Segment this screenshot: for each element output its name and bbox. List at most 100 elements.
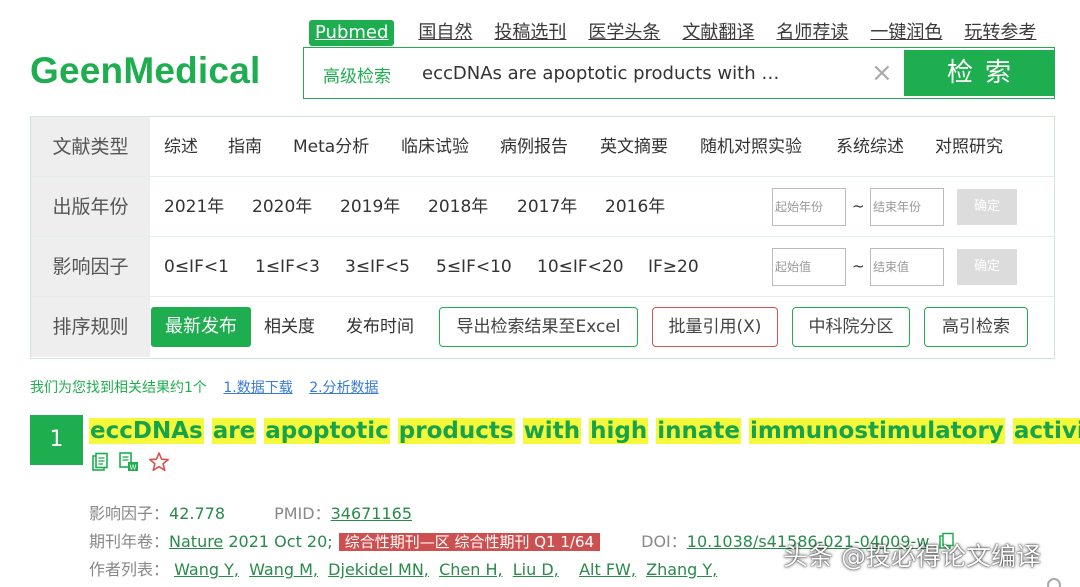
year-confirm-button[interactable]: 确定: [957, 189, 1017, 225]
author-link[interactable]: Alt FW,: [579, 560, 636, 579]
title-word: with: [522, 418, 582, 444]
cite-icon[interactable]: W: [118, 451, 140, 477]
nav-nsfc[interactable]: 国自然: [418, 20, 472, 46]
if-confirm-button[interactable]: 确定: [957, 249, 1017, 285]
author-link[interactable]: Liu D,: [513, 560, 559, 579]
title-word: innate: [656, 418, 741, 444]
title-word: eccDNAs: [89, 418, 204, 444]
impact-option[interactable]: 0≤IF<1: [164, 237, 229, 297]
authors-label: 作者列表：: [89, 560, 170, 579]
analyze-data-link[interactable]: 2.分析数据: [309, 380, 378, 396]
impact-option[interactable]: 5≤IF<10: [436, 237, 512, 297]
pmid-link[interactable]: 34671165: [331, 504, 412, 523]
start-if-input[interactable]: 起始值: [772, 248, 846, 286]
cas-zone-button[interactable]: 中科院分区: [792, 307, 910, 347]
year-option[interactable]: 2019年: [340, 177, 400, 237]
sort-publish-time[interactable]: 发布时间: [346, 297, 414, 357]
if-value: 42.778: [169, 504, 225, 523]
result-actions: W: [90, 451, 178, 477]
advanced-search-link[interactable]: 高级检索: [323, 62, 391, 87]
impact-pmid-line: 影响因子：42.778 PMID：34671165: [89, 500, 412, 524]
author-link[interactable]: Chen H,: [439, 560, 503, 579]
title-word: immunostimulatory: [748, 418, 1005, 444]
top-nav: Pubmed 国自然 投稿选刊 医学头条 文献翻译 名师荐读 一键润色 玩转参考: [309, 19, 1036, 47]
if-label: 影响因子：: [89, 504, 170, 523]
range-separator: ~: [852, 197, 865, 215]
impact-option[interactable]: IF≥20: [648, 237, 699, 297]
sort-latest-button[interactable]: 最新发布: [151, 307, 251, 347]
filter-label: 出版年份: [31, 177, 150, 236]
nav-expert-reading[interactable]: 名师荐读: [776, 20, 848, 46]
filter-label: 影响因子: [31, 237, 150, 296]
svg-text:W: W: [130, 464, 137, 472]
title-word: activity: [1012, 418, 1080, 444]
category-badge: 综合性期刊—区 综合性期刊 Q1 1/64: [338, 533, 601, 551]
high-cite-button[interactable]: 高引检索: [924, 307, 1028, 347]
result-summary: 我们为您找到相关结果约1个 1.数据下载 2.分析数据: [30, 377, 379, 397]
batch-cite-button[interactable]: 批量引用(X): [652, 307, 778, 347]
pub-date: 2021 Oct 20;: [228, 532, 333, 551]
author-link[interactable]: Wang Y,: [174, 560, 239, 579]
year-option[interactable]: 2020年: [252, 177, 312, 237]
author-link[interactable]: Djekidel MN,: [328, 560, 429, 579]
start-year-input[interactable]: 起始年份: [772, 188, 846, 226]
filter-row-sort: 排序规则 最新发布 相关度 发布时间 导出检索结果至Excel 批量引用(X) …: [31, 297, 1054, 357]
year-option[interactable]: 2018年: [428, 177, 488, 237]
search-input[interactable]: [422, 60, 867, 86]
filter-label: 文献类型: [31, 117, 150, 176]
star-icon[interactable]: [148, 451, 170, 477]
doc-type-option[interactable]: 随机对照实验: [700, 117, 802, 177]
nav-journal-select[interactable]: 投稿选刊: [494, 20, 566, 46]
search-bar: 高级检索 × 检索: [303, 47, 1055, 99]
author-link[interactable]: Zhang Y,: [646, 560, 717, 579]
filter-row-doc-type: 文献类型 综述 指南 Meta分析 临床试验 病例报告 英文摘要 随机对照实验 …: [31, 117, 1054, 177]
doc-type-option[interactable]: 指南: [228, 117, 262, 177]
impact-option[interactable]: 3≤IF<5: [345, 237, 410, 297]
nav-medical-headlines[interactable]: 医学头条: [588, 20, 660, 46]
watermark: 头条 @投必得论文编译: [783, 542, 1041, 571]
copy-icon[interactable]: [90, 452, 110, 476]
impact-option[interactable]: 1≤IF<3: [255, 237, 320, 297]
doc-type-option[interactable]: 综述: [164, 117, 198, 177]
data-download-link[interactable]: 1.数据下载: [223, 380, 292, 396]
doc-type-option[interactable]: 系统综述: [836, 117, 904, 177]
year-option[interactable]: 2021年: [164, 177, 224, 237]
filter-label: 排序规则: [31, 297, 150, 357]
end-year-input[interactable]: 结束年份: [870, 188, 944, 226]
clear-icon[interactable]: ×: [871, 60, 893, 86]
doc-type-option[interactable]: 对照研究: [935, 117, 1003, 177]
year-option[interactable]: 2017年: [517, 177, 577, 237]
sort-relevance[interactable]: 相关度: [264, 297, 315, 357]
journal-label: 期刊年卷：: [89, 532, 170, 551]
nav-polishing[interactable]: 一键润色: [870, 20, 942, 46]
year-option[interactable]: 2016年: [605, 177, 665, 237]
author-link[interactable]: Wang M,: [249, 560, 318, 579]
export-excel-button[interactable]: 导出检索结果至Excel: [439, 307, 638, 347]
filter-row-year: 出版年份 2021年 2020年 2019年 2018年 2017年 2016年…: [31, 177, 1054, 237]
nav-translation[interactable]: 文献翻译: [682, 20, 754, 46]
result-count-text: 我们为您找到相关结果约1个: [30, 380, 207, 396]
title-word: products: [397, 418, 515, 444]
doc-type-option[interactable]: 临床试验: [401, 117, 469, 177]
filter-panel: 文献类型 综述 指南 Meta分析 临床试验 病例报告 英文摘要 随机对照实验 …: [30, 116, 1055, 359]
authors-line: 作者列表： Wang Y, Wang M, Djekidel MN, Chen …: [89, 556, 717, 580]
doc-type-option[interactable]: 英文摘要: [600, 117, 668, 177]
title-word: high: [589, 418, 649, 444]
filter-row-impact: 影响因子 0≤IF<1 1≤IF<3 3≤IF<5 5≤IF<10 10≤IF<…: [31, 237, 1054, 297]
impact-option[interactable]: 10≤IF<20: [537, 237, 624, 297]
pmid-label: PMID：: [274, 504, 331, 523]
search-button[interactable]: 检索: [904, 50, 1054, 96]
result-number: 1: [30, 415, 83, 465]
title-word: are: [211, 418, 257, 444]
doi-label: DOI：: [641, 532, 687, 551]
end-if-input[interactable]: 结束值: [870, 248, 944, 286]
scroll-indicator: [1047, 578, 1061, 587]
doc-type-option[interactable]: Meta分析: [293, 117, 369, 177]
site-logo[interactable]: GeenMedical: [30, 50, 260, 92]
title-word: apoptotic: [264, 418, 390, 444]
nav-pubmed[interactable]: Pubmed: [309, 20, 395, 46]
journal-link[interactable]: Nature: [169, 532, 223, 551]
doc-type-option[interactable]: 病例报告: [500, 117, 568, 177]
nav-references[interactable]: 玩转参考: [964, 20, 1036, 46]
result-title[interactable]: eccDNAs are apoptotic products with high…: [89, 418, 1080, 444]
